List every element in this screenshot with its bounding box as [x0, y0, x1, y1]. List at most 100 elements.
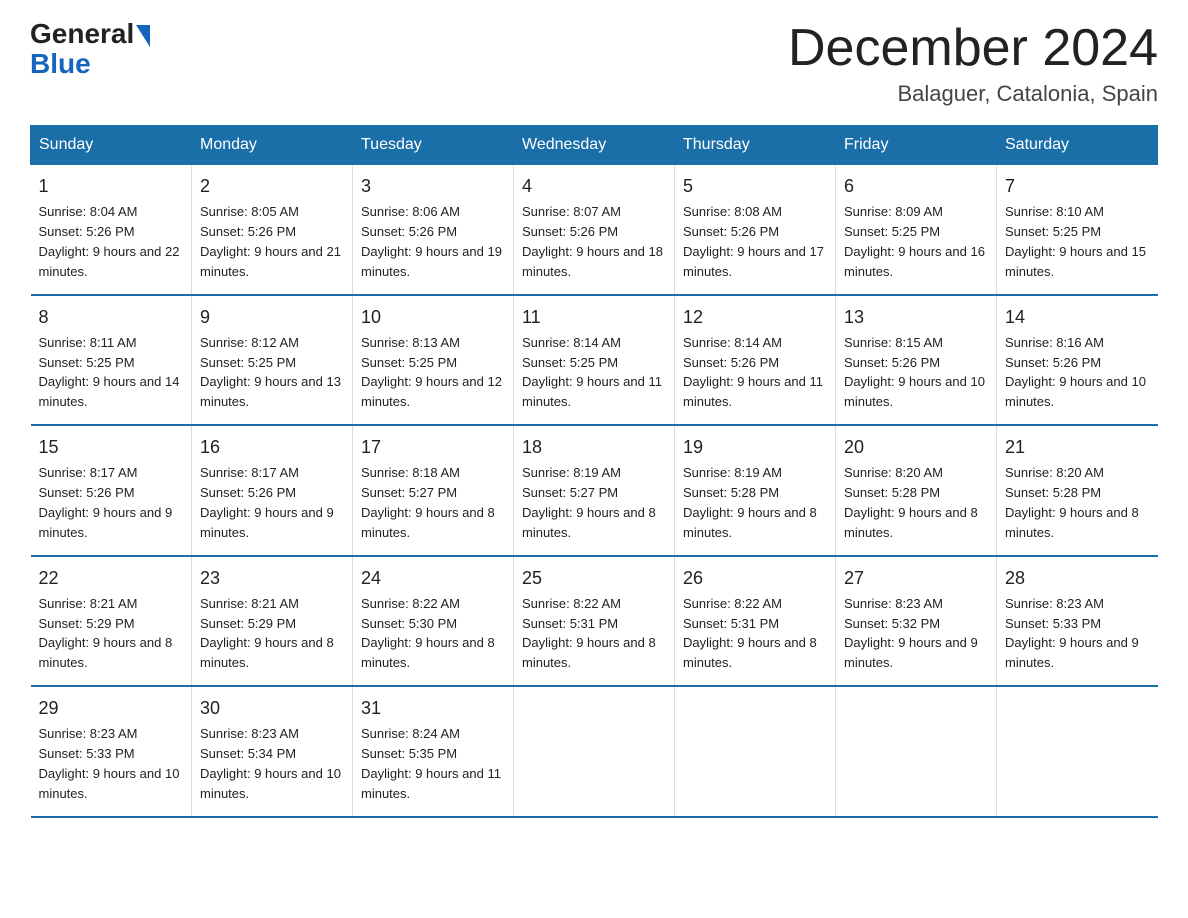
day-info: Sunrise: 8:08 AMSunset: 5:26 PMDaylight:…	[683, 204, 824, 279]
day-info: Sunrise: 8:22 AMSunset: 5:31 PMDaylight:…	[522, 596, 656, 671]
day-info: Sunrise: 8:17 AMSunset: 5:26 PMDaylight:…	[39, 465, 173, 540]
day-number: 2	[200, 173, 344, 199]
logo: General Blue	[30, 20, 152, 80]
day-info: Sunrise: 8:05 AMSunset: 5:26 PMDaylight:…	[200, 204, 341, 279]
calendar-day: 23 Sunrise: 8:21 AMSunset: 5:29 PMDayligh…	[192, 556, 353, 686]
day-number: 9	[200, 304, 344, 330]
day-info: Sunrise: 8:20 AMSunset: 5:28 PMDaylight:…	[844, 465, 978, 540]
day-number: 6	[844, 173, 988, 199]
day-number: 8	[39, 304, 184, 330]
header-cell-wednesday: Wednesday	[514, 126, 675, 165]
day-info: Sunrise: 8:11 AMSunset: 5:25 PMDaylight:…	[39, 335, 180, 410]
calendar-day: 29 Sunrise: 8:23 AMSunset: 5:33 PMDayligh…	[31, 686, 192, 816]
calendar-day: 14 Sunrise: 8:16 AMSunset: 5:26 PMDayligh…	[997, 295, 1158, 425]
day-number: 28	[1005, 565, 1150, 591]
day-info: Sunrise: 8:14 AMSunset: 5:26 PMDaylight:…	[683, 335, 823, 410]
header-cell-tuesday: Tuesday	[353, 126, 514, 165]
calendar-table: SundayMondayTuesdayWednesdayThursdayFrid…	[30, 125, 1158, 817]
day-number: 14	[1005, 304, 1150, 330]
day-number: 22	[39, 565, 184, 591]
calendar-day: 7Sunrise: 8:10 AMSunset: 5:25 PMDaylight…	[997, 165, 1158, 295]
day-number: 7	[1005, 173, 1150, 199]
calendar-day: 25 Sunrise: 8:22 AMSunset: 5:31 PMDayligh…	[514, 556, 675, 686]
day-number: 15	[39, 434, 184, 460]
day-info: Sunrise: 8:23 AMSunset: 5:32 PMDaylight:…	[844, 596, 978, 671]
day-info: Sunrise: 8:22 AMSunset: 5:31 PMDaylight:…	[683, 596, 817, 671]
day-number: 11	[522, 304, 666, 330]
day-number: 29	[39, 695, 184, 721]
calendar-day: 5 Sunrise: 8:08 AMSunset: 5:26 PMDaylight…	[675, 165, 836, 295]
day-info: Sunrise: 8:21 AMSunset: 5:29 PMDaylight:…	[200, 596, 334, 671]
calendar-day: 24Sunrise: 8:22 AMSunset: 5:30 PMDayligh…	[353, 556, 514, 686]
page-header: General Blue December 2024 Balaguer, Cat…	[30, 20, 1158, 107]
calendar-day: 26 Sunrise: 8:22 AMSunset: 5:31 PMDayligh…	[675, 556, 836, 686]
day-info: Sunrise: 8:23 AMSunset: 5:33 PMDaylight:…	[39, 726, 180, 801]
calendar-day: 12Sunrise: 8:14 AMSunset: 5:26 PMDayligh…	[675, 295, 836, 425]
day-info: Sunrise: 8:18 AMSunset: 5:27 PMDaylight:…	[361, 465, 495, 540]
calendar-day: 19Sunrise: 8:19 AMSunset: 5:28 PMDayligh…	[675, 425, 836, 555]
day-number: 20	[844, 434, 988, 460]
day-info: Sunrise: 8:06 AMSunset: 5:26 PMDaylight:…	[361, 204, 502, 279]
day-info: Sunrise: 8:14 AMSunset: 5:25 PMDaylight:…	[522, 335, 662, 410]
calendar-day: 20 Sunrise: 8:20 AMSunset: 5:28 PMDayligh…	[836, 425, 997, 555]
day-info: Sunrise: 8:22 AMSunset: 5:30 PMDaylight:…	[361, 596, 495, 671]
calendar-day: 15 Sunrise: 8:17 AMSunset: 5:26 PMDayligh…	[31, 425, 192, 555]
day-number: 4	[522, 173, 666, 199]
day-number: 10	[361, 304, 505, 330]
day-number: 18	[522, 434, 666, 460]
calendar-body: 1Sunrise: 8:04 AMSunset: 5:26 PMDaylight…	[31, 165, 1158, 817]
month-title: December 2024	[788, 20, 1158, 77]
day-info: Sunrise: 8:16 AMSunset: 5:26 PMDaylight:…	[1005, 335, 1146, 410]
day-info: Sunrise: 8:19 AMSunset: 5:27 PMDaylight:…	[522, 465, 656, 540]
header-cell-friday: Friday	[836, 126, 997, 165]
header-row: SundayMondayTuesdayWednesdayThursdayFrid…	[31, 126, 1158, 165]
calendar-day: 1Sunrise: 8:04 AMSunset: 5:26 PMDaylight…	[31, 165, 192, 295]
calendar-day: 17Sunrise: 8:18 AMSunset: 5:27 PMDayligh…	[353, 425, 514, 555]
day-number: 5	[683, 173, 827, 199]
day-info: Sunrise: 8:24 AMSunset: 5:35 PMDaylight:…	[361, 726, 501, 801]
day-info: Sunrise: 8:09 AMSunset: 5:25 PMDaylight:…	[844, 204, 985, 279]
calendar-day: 30Sunrise: 8:23 AMSunset: 5:34 PMDayligh…	[192, 686, 353, 816]
logo-arrow-icon	[136, 25, 150, 47]
calendar-day: 16 Sunrise: 8:17 AMSunset: 5:26 PMDayligh…	[192, 425, 353, 555]
day-number: 23	[200, 565, 344, 591]
calendar-day: 2 Sunrise: 8:05 AMSunset: 5:26 PMDaylight…	[192, 165, 353, 295]
calendar-day: 11 Sunrise: 8:14 AMSunset: 5:25 PMDayligh…	[514, 295, 675, 425]
day-number: 3	[361, 173, 505, 199]
calendar-day	[514, 686, 675, 816]
calendar-day: 27Sunrise: 8:23 AMSunset: 5:32 PMDayligh…	[836, 556, 997, 686]
calendar-day	[675, 686, 836, 816]
calendar-day: 10Sunrise: 8:13 AMSunset: 5:25 PMDayligh…	[353, 295, 514, 425]
day-info: Sunrise: 8:04 AMSunset: 5:26 PMDaylight:…	[39, 204, 180, 279]
calendar-day	[836, 686, 997, 816]
day-number: 30	[200, 695, 344, 721]
calendar-day: 22 Sunrise: 8:21 AMSunset: 5:29 PMDayligh…	[31, 556, 192, 686]
day-info: Sunrise: 8:19 AMSunset: 5:28 PMDaylight:…	[683, 465, 817, 540]
day-info: Sunrise: 8:15 AMSunset: 5:26 PMDaylight:…	[844, 335, 985, 410]
calendar-day: 28 Sunrise: 8:23 AMSunset: 5:33 PMDayligh…	[997, 556, 1158, 686]
calendar-week-5: 29 Sunrise: 8:23 AMSunset: 5:33 PMDayligh…	[31, 686, 1158, 816]
day-info: Sunrise: 8:20 AMSunset: 5:28 PMDaylight:…	[1005, 465, 1139, 540]
day-number: 21	[1005, 434, 1150, 460]
calendar-day: 4 Sunrise: 8:07 AMSunset: 5:26 PMDaylight…	[514, 165, 675, 295]
day-number: 26	[683, 565, 827, 591]
day-number: 31	[361, 695, 505, 721]
day-info: Sunrise: 8:23 AMSunset: 5:33 PMDaylight:…	[1005, 596, 1139, 671]
header-cell-saturday: Saturday	[997, 126, 1158, 165]
day-number: 16	[200, 434, 344, 460]
calendar-week-1: 1Sunrise: 8:04 AMSunset: 5:26 PMDaylight…	[31, 165, 1158, 295]
calendar-week-4: 22 Sunrise: 8:21 AMSunset: 5:29 PMDayligh…	[31, 556, 1158, 686]
header-cell-sunday: Sunday	[31, 126, 192, 165]
logo-blue-text: Blue	[30, 48, 91, 79]
calendar-day: 21 Sunrise: 8:20 AMSunset: 5:28 PMDayligh…	[997, 425, 1158, 555]
calendar-day	[997, 686, 1158, 816]
calendar-day: 31 Sunrise: 8:24 AMSunset: 5:35 PMDayligh…	[353, 686, 514, 816]
day-info: Sunrise: 8:12 AMSunset: 5:25 PMDaylight:…	[200, 335, 341, 410]
calendar-week-2: 8 Sunrise: 8:11 AMSunset: 5:25 PMDaylight…	[31, 295, 1158, 425]
day-info: Sunrise: 8:17 AMSunset: 5:26 PMDaylight:…	[200, 465, 334, 540]
day-info: Sunrise: 8:07 AMSunset: 5:26 PMDaylight:…	[522, 204, 663, 279]
day-number: 25	[522, 565, 666, 591]
header-cell-thursday: Thursday	[675, 126, 836, 165]
logo-general-text: General	[30, 20, 134, 48]
day-info: Sunrise: 8:21 AMSunset: 5:29 PMDaylight:…	[39, 596, 173, 671]
